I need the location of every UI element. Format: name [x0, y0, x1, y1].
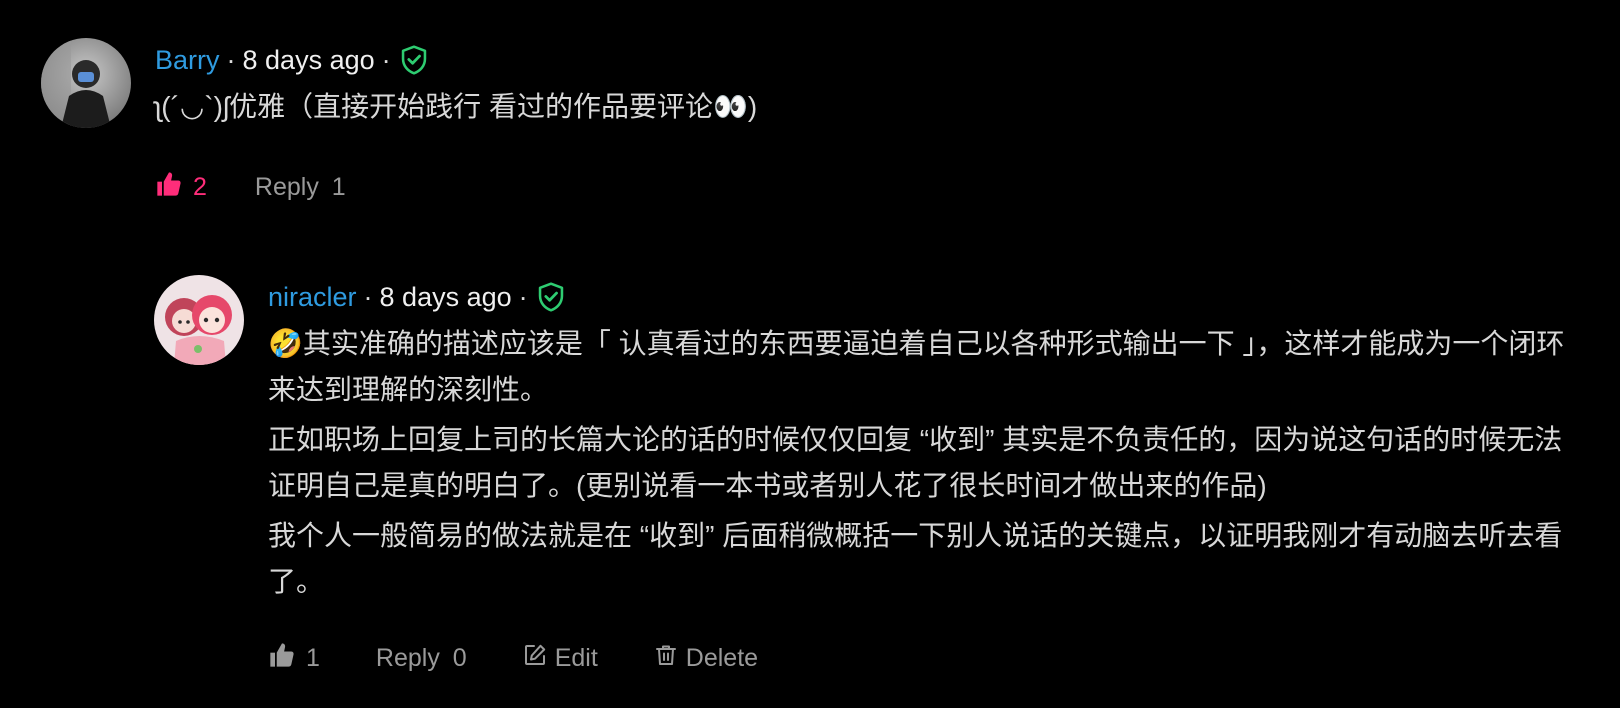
avatar[interactable] [41, 38, 131, 128]
like-count: 1 [306, 644, 320, 672]
reply-label: Reply [375, 644, 440, 672]
delete-button[interactable]: Delete [654, 643, 758, 674]
edit-icon [523, 643, 555, 674]
comment-paragraph: 我个人一般简易的做法就是在 “收到” 后面稍微概括一下别人说话的关键点，以证明我… [268, 520, 1563, 597]
avatar[interactable] [154, 275, 244, 365]
separator: · [381, 45, 391, 75]
edit-button[interactable]: Edit [523, 643, 598, 674]
thumbs-up-icon [268, 641, 296, 676]
reply-label: Reply [254, 173, 319, 201]
shield-check-icon [400, 45, 428, 75]
trash-icon [654, 643, 686, 674]
separator: · [363, 282, 373, 312]
like-button[interactable]: 1 [268, 641, 320, 676]
delete-label: Delete [685, 644, 759, 672]
comment-text: ʅ(´◡`)ʃ优雅（直接开始践行 看过的作品要评论👀) [155, 84, 1581, 130]
comment-paragraph: ʅ(´◡`)ʃ优雅（直接开始践行 看过的作品要评论👀) [155, 91, 758, 122]
comment-paragraph: 🤣其实准确的描述应该是「 认真看过的东西要逼迫着自己以各种形式输出一下 」，这样… [268, 328, 1565, 405]
comment-text: 🤣其实准确的描述应该是「 认真看过的东西要逼迫着自己以各种形式输出一下 」，这样… [268, 321, 1584, 605]
like-count: 2 [193, 173, 207, 201]
timestamp: 8 days ago [242, 45, 375, 75]
comment-paragraph: 正如职场上回复上司的长篇大论的话的时候仅仅回复 “收到” 其实是不负责任的，因为… [268, 424, 1563, 501]
timestamp: 8 days ago [379, 282, 512, 312]
author-name[interactable]: Barry [155, 38, 220, 82]
reply-comment: niracler · 8 days ago · 🤣其实准确的描述应该是「 认真看… [154, 275, 1584, 676]
like-button[interactable]: 2 [155, 170, 207, 205]
separator: · [226, 45, 236, 75]
comment: Barry · 8 days ago · ʅ(´◡`)ʃ优雅（直接开始践行 看过… [41, 38, 1581, 205]
shield-check-icon [537, 282, 565, 312]
thumbs-up-icon [155, 170, 183, 205]
reply-button[interactable]: Reply 0 [376, 644, 467, 673]
reply-count: 0 [452, 644, 467, 672]
author-name[interactable]: niracler [268, 275, 357, 319]
separator: · [518, 282, 528, 312]
reply-count: 1 [331, 173, 346, 201]
reply-button[interactable]: Reply 1 [255, 173, 346, 202]
edit-label: Edit [554, 644, 598, 672]
